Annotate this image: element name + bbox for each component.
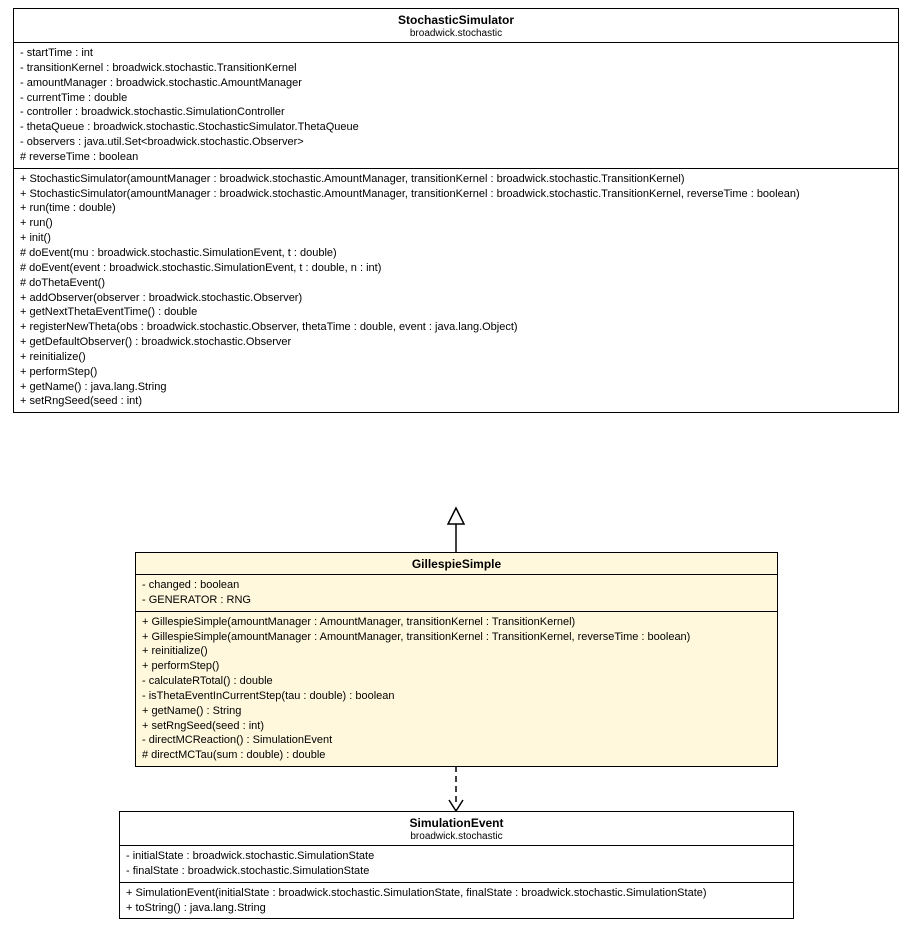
member-row: + GillespieSimple(amountManager : Amount…: [142, 615, 771, 630]
member-row: # doThetaEvent(): [20, 276, 892, 291]
member-row: + setRngSeed(seed : int): [20, 394, 892, 409]
member-row: + getName() : String: [142, 704, 771, 719]
class-name: StochasticSimulator: [20, 13, 892, 27]
class-header: SimulationEvent broadwick.stochastic: [120, 812, 793, 846]
dependency-arrowhead-icon: [456, 800, 463, 811]
member-row: - changed : boolean: [142, 578, 771, 593]
member-row: + StochasticSimulator(amountManager : br…: [20, 172, 892, 187]
member-row: - directMCReaction() : SimulationEvent: [142, 733, 771, 748]
member-row: + getName() : java.lang.String: [20, 380, 892, 395]
member-row: + performStep(): [142, 659, 771, 674]
member-row: + StochasticSimulator(amountManager : br…: [20, 187, 892, 202]
methods-section: + SimulationEvent(initialState : broadwi…: [120, 883, 793, 919]
class-gillespie-simple: GillespieSimple - changed : boolean- GEN…: [135, 552, 778, 767]
generalization-arrowhead-icon: [448, 508, 464, 524]
member-row: - controller : broadwick.stochastic.Simu…: [20, 105, 892, 120]
methods-section: + StochasticSimulator(amountManager : br…: [14, 169, 898, 413]
member-row: - isThetaEventInCurrentStep(tau : double…: [142, 689, 771, 704]
member-row: + GillespieSimple(amountManager : Amount…: [142, 630, 771, 645]
member-row: # reverseTime : boolean: [20, 150, 892, 165]
member-row: - startTime : int: [20, 46, 892, 61]
member-row: + reinitialize(): [142, 644, 771, 659]
class-name: GillespieSimple: [142, 557, 771, 571]
class-package: broadwick.stochastic: [20, 28, 892, 39]
member-row: + SimulationEvent(initialState : broadwi…: [126, 886, 787, 901]
member-row: + run(time : double): [20, 201, 892, 216]
member-row: # directMCTau(sum : double) : double: [142, 748, 771, 763]
member-row: - finalState : broadwick.stochastic.Simu…: [126, 864, 787, 879]
member-row: + setRngSeed(seed : int): [142, 719, 771, 734]
class-package: broadwick.stochastic: [126, 831, 787, 842]
member-row: # doEvent(event : broadwick.stochastic.S…: [20, 261, 892, 276]
member-row: - transitionKernel : broadwick.stochasti…: [20, 61, 892, 76]
member-row: - amountManager : broadwick.stochastic.A…: [20, 76, 892, 91]
member-row: + getDefaultObserver() : broadwick.stoch…: [20, 335, 892, 350]
class-name: SimulationEvent: [126, 816, 787, 830]
attributes-section: - initialState : broadwick.stochastic.Si…: [120, 846, 793, 883]
methods-section: + GillespieSimple(amountManager : Amount…: [136, 612, 777, 766]
member-row: + toString() : java.lang.String: [126, 901, 787, 916]
member-row: - thetaQueue : broadwick.stochastic.Stoc…: [20, 120, 892, 135]
attributes-section: - startTime : int- transitionKernel : br…: [14, 43, 898, 169]
class-stochastic-simulator: StochasticSimulator broadwick.stochastic…: [13, 8, 899, 413]
member-row: + init(): [20, 231, 892, 246]
class-header: StochasticSimulator broadwick.stochastic: [14, 9, 898, 43]
member-row: - currentTime : double: [20, 91, 892, 106]
member-row: + performStep(): [20, 365, 892, 380]
member-row: + reinitialize(): [20, 350, 892, 365]
member-row: + getNextThetaEventTime() : double: [20, 305, 892, 320]
member-row: - initialState : broadwick.stochastic.Si…: [126, 849, 787, 864]
member-row: + addObserver(observer : broadwick.stoch…: [20, 291, 892, 306]
member-row: - observers : java.util.Set<broadwick.st…: [20, 135, 892, 150]
member-row: - GENERATOR : RNG: [142, 593, 771, 608]
class-header: GillespieSimple: [136, 553, 777, 575]
member-row: + run(): [20, 216, 892, 231]
member-row: - calculateRTotal() : double: [142, 674, 771, 689]
attributes-section: - changed : boolean- GENERATOR : RNG: [136, 575, 777, 612]
dependency-arrowhead-icon: [449, 800, 456, 811]
member-row: + registerNewTheta(obs : broadwick.stoch…: [20, 320, 892, 335]
class-simulation-event: SimulationEvent broadwick.stochastic - i…: [119, 811, 794, 919]
member-row: # doEvent(mu : broadwick.stochastic.Simu…: [20, 246, 892, 261]
